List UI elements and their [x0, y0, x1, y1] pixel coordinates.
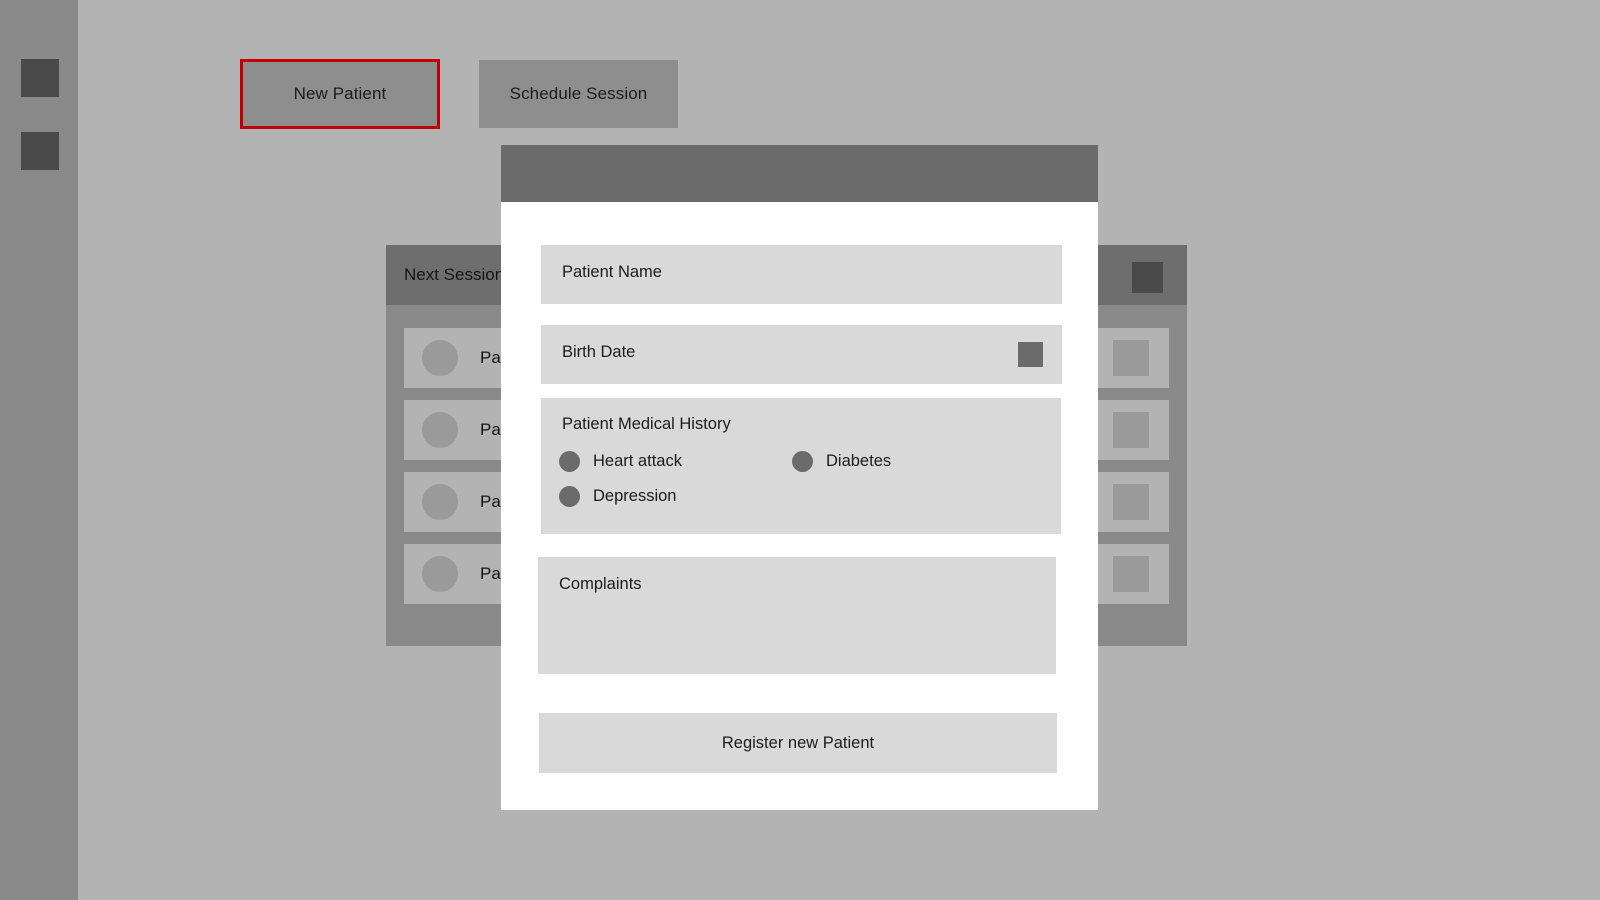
schedule-session-button-label: Schedule Session	[509, 84, 648, 103]
complaints-label: Complaints	[559, 575, 642, 593]
avatar	[422, 412, 458, 448]
radio-diabetes-label: Diabetes	[826, 452, 892, 470]
thumbnail-square-icon	[1113, 412, 1149, 448]
thumbnail-square-icon	[1113, 340, 1149, 376]
panel-header-action-icon[interactable]	[1132, 262, 1163, 293]
radio-dot-icon	[792, 451, 813, 472]
modal-titlebar	[501, 145, 1098, 202]
calendar-icon[interactable]	[1018, 342, 1043, 367]
medical-history-group: Patient Medical History Heart attack Dia…	[541, 398, 1061, 534]
radio-diabetes[interactable]: Diabetes	[792, 451, 891, 472]
schedule-session-button[interactable]: Schedule Session	[479, 60, 678, 128]
menu-icon[interactable]	[21, 59, 59, 97]
new-patient-button[interactable]: New Patient	[240, 59, 440, 129]
new-patient-button-label: New Patient	[293, 84, 387, 103]
thumbnail-square-icon	[1113, 484, 1149, 520]
sidebar	[0, 0, 78, 900]
complaints-textarea[interactable]: Complaints	[538, 557, 1056, 674]
register-new-patient-label: Register new Patient	[721, 733, 875, 752]
radio-heart-attack[interactable]: Heart attack	[559, 451, 682, 472]
radio-dot-icon	[559, 486, 580, 507]
radio-dot-icon	[559, 451, 580, 472]
birth-date-input[interactable]: Birth Date	[541, 325, 1062, 384]
radio-depression-label: Depression	[593, 487, 677, 505]
radio-depression[interactable]: Depression	[559, 486, 676, 507]
avatar	[422, 556, 458, 592]
thumbnail-square-icon	[1113, 556, 1149, 592]
avatar	[422, 484, 458, 520]
next-session-title: Next Session	[404, 265, 505, 284]
patient-name-label: Patient Name	[562, 263, 662, 281]
register-new-patient-button[interactable]: Register new Patient	[539, 713, 1057, 773]
dashboard-icon[interactable]	[21, 132, 59, 170]
radio-heart-attack-label: Heart attack	[593, 452, 682, 470]
birth-date-label: Birth Date	[562, 343, 636, 361]
patient-name-input[interactable]: Patient Name	[541, 245, 1062, 304]
medical-history-label: Patient Medical History	[562, 415, 731, 433]
avatar	[422, 340, 458, 376]
new-patient-modal: Patient Name Birth Date Patient Medical …	[501, 145, 1098, 810]
